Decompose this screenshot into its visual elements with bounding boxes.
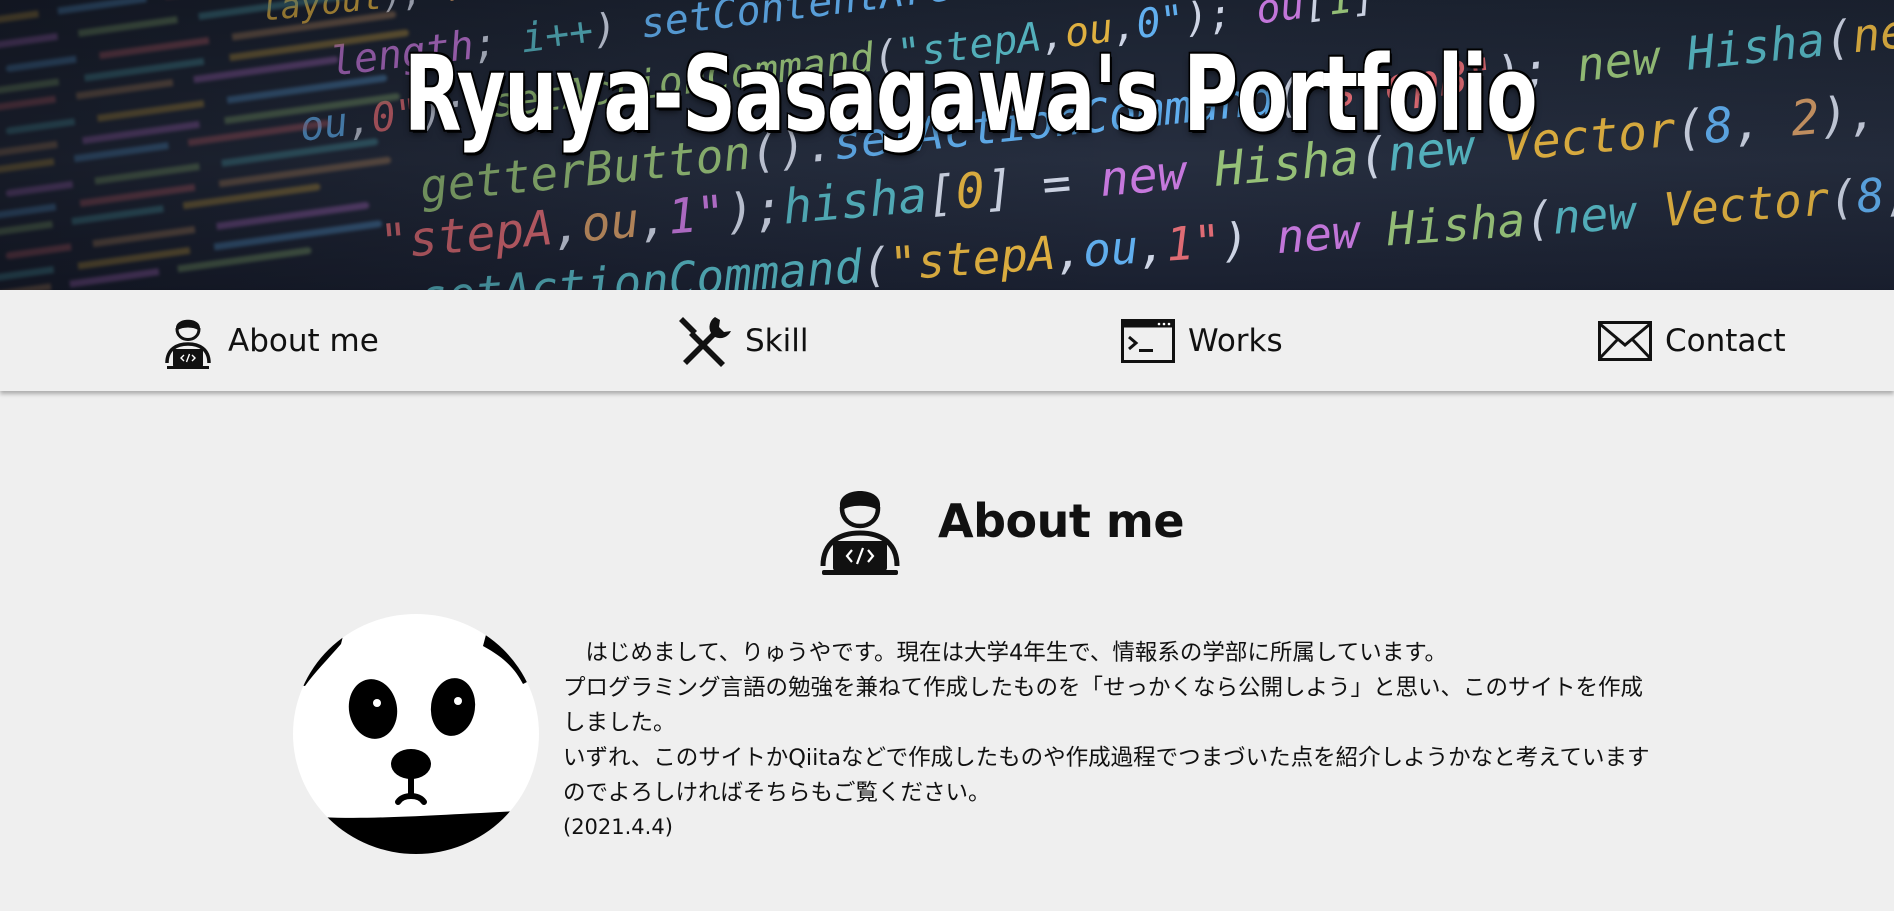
developer-icon — [818, 480, 902, 576]
main-nav: About me Skill Works Contact — [0, 290, 1894, 391]
nav-label-contact: Contact — [1665, 322, 1786, 359]
bio-text: はじめまして、りゅうやです。現在は大学4年生で、情報系の学部に所属しています。 … — [563, 636, 1653, 841]
nav-item-about-me[interactable]: About me — [160, 290, 379, 391]
panda-avatar — [293, 614, 539, 854]
nav-label-skill: Skill — [745, 322, 809, 359]
bio-line-intro: はじめまして、りゅうやです。現在は大学4年生で、情報系の学部に所属しています。 — [563, 640, 1447, 666]
section-title: About me — [938, 494, 1185, 548]
envelope-icon — [1597, 313, 1653, 369]
bio-line-purpose: プログラミング言語の勉強を兼ねて作成したものを「せっかくなら公開しよう」と思い、… — [563, 675, 1644, 736]
developer-icon — [160, 313, 216, 369]
terminal-icon — [1120, 313, 1176, 369]
nav-item-contact[interactable]: Contact — [1597, 290, 1786, 391]
bio-date: (2021.4.4) — [563, 815, 673, 839]
nav-item-works[interactable]: Works — [1120, 290, 1283, 391]
section-header: About me — [0, 480, 1894, 580]
site-title: Ryuya-Sasagawa's Portfolio — [403, 33, 1538, 155]
hero-banner: layout); for(i=0; i++) {select_button_li… — [0, 0, 1894, 290]
nav-item-skill[interactable]: Skill — [677, 290, 808, 391]
bio-line-future: いずれ、このサイトかQiitaなどで作成したものや作成過程でつまづいた点を紹介し… — [563, 745, 1650, 806]
nav-label-about-me: About me — [228, 322, 379, 359]
tools-icon — [677, 313, 733, 369]
nav-label-works: Works — [1188, 322, 1283, 359]
